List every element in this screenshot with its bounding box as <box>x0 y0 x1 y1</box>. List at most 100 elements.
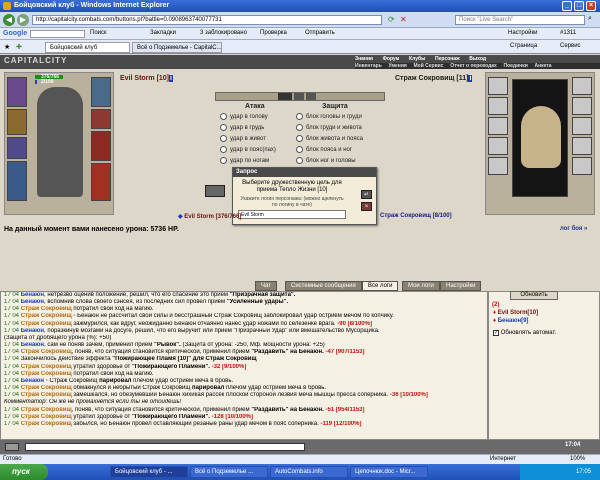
popup-blocked[interactable]: 3 заблокировано <box>200 30 247 36</box>
enemy-hp-label[interactable]: Страж Сокровищ [8/100] <box>380 213 452 219</box>
submenu-profile[interactable]: Анкета <box>534 63 551 69</box>
submenu-inventory[interactable]: Инвентарь <box>355 63 382 69</box>
log-name[interactable]: Страж Сокровищ <box>21 349 72 355</box>
menu-forum[interactable]: Форум <box>383 56 400 62</box>
live-search-input[interactable]: Поиск "Live Search" <box>455 15 585 25</box>
menu-character[interactable]: Персонаж <box>435 56 460 62</box>
task-combats[interactable]: Бойцовский клуб - ... <box>110 466 188 478</box>
page-menu[interactable]: Страница <box>510 43 537 49</box>
skill-icon-2[interactable] <box>306 93 316 100</box>
log-name[interactable]: Бенаюн <box>21 328 44 334</box>
amulet-slot[interactable] <box>91 77 111 107</box>
submenu-service[interactable]: Мой Сервис <box>413 63 443 69</box>
log-name[interactable]: Страж Сокровищ <box>21 392 72 398</box>
minimize-icon[interactable]: _ <box>562 1 572 11</box>
enemy-info-icon[interactable]: i <box>468 75 473 82</box>
submenu-fights[interactable]: Поединки <box>504 63 528 69</box>
player-name[interactable]: Evil Storm [10]i <box>120 75 173 82</box>
glasses-icon[interactable] <box>278 93 292 100</box>
shield-slot[interactable] <box>91 131 111 161</box>
back-icon[interactable]: ◀ <box>3 14 15 26</box>
participant-benayun[interactable]: ♦ Бенаюн[9] <box>493 318 528 324</box>
defense-option-legs-head[interactable]: блок ног и головы <box>296 157 356 164</box>
gloves-slot[interactable] <box>7 137 27 159</box>
tab-settings[interactable]: Настройки <box>440 281 482 291</box>
log-name[interactable]: Страж Сокровищ <box>21 407 72 413</box>
task-autocombats[interactable]: AutoCombats.info <box>270 466 348 478</box>
log-name[interactable]: Страж Сокровищ <box>21 306 72 312</box>
submenu-transfers[interactable]: Отчет о переводах <box>450 63 497 69</box>
spellcheck-button[interactable]: Проверка <box>260 30 287 36</box>
tab-system[interactable]: Системные сообщения <box>285 281 362 291</box>
attack-option-groin[interactable]: удар в пояс(пах) <box>220 146 276 153</box>
add-favorites-icon[interactable]: ✚ <box>16 43 22 51</box>
log-name[interactable]: Страж Сокровищ <box>21 421 72 427</box>
defense-option-belly-groin[interactable]: блок живота и пояса <box>296 135 363 142</box>
chat-mode-icon[interactable] <box>5 443 19 451</box>
log-name[interactable]: Бенаюн <box>21 292 44 298</box>
battle-log-link[interactable]: лог боя » <box>560 226 587 232</box>
dialog-title: Запрос <box>233 168 376 177</box>
zoom-text[interactable]: 100% <box>570 456 585 462</box>
auto-refresh-checkbox[interactable]: ✓ Обновлять автомат. <box>493 330 556 336</box>
start-button[interactable]: пуск <box>0 464 48 480</box>
log-name[interactable]: Бенаюн <box>21 299 44 305</box>
weapon-slot[interactable] <box>7 161 27 201</box>
log-name[interactable]: Страж Сокровищ <box>21 414 72 420</box>
attack-option-head[interactable]: удар в голову <box>220 113 268 120</box>
forward-icon[interactable]: ▶ <box>17 14 29 26</box>
google-search-input[interactable] <box>30 30 85 38</box>
log-name[interactable]: Страж Сокровищ <box>21 385 72 391</box>
tab-all-logs[interactable]: Все логи <box>362 281 399 291</box>
address-input[interactable]: http://capitalcity.combats.com/buttons.p… <box>32 15 382 25</box>
task-word[interactable]: Цепочнюк.doc - Micr... <box>350 466 428 478</box>
stop-icon[interactable]: ✕ <box>400 15 407 24</box>
tab-combats[interactable]: Бойцовский клуб <box>45 42 130 53</box>
enemy-name[interactable]: Страж Сокровищ [11]i <box>395 75 473 82</box>
refresh-button[interactable]: Обновить <box>510 291 558 300</box>
google-settings[interactable]: Настройки <box>508 30 537 36</box>
submenu-skills[interactable]: Умения <box>388 63 406 69</box>
task-dungeon[interactable]: Всё о Подземелье ... <box>190 466 268 478</box>
helmet-slot[interactable] <box>7 77 27 107</box>
google-search-button[interactable]: Поиск <box>90 30 107 36</box>
defense-option-chest-belly[interactable]: блок груди и живота <box>296 124 362 131</box>
chat-message-input[interactable] <box>25 443 305 451</box>
defense-option-groin-legs[interactable]: блок пояса и ног <box>296 146 352 153</box>
boots-slot[interactable] <box>91 163 111 201</box>
log-name[interactable]: Бенаюн <box>21 378 44 384</box>
checkbox-icon[interactable]: ✓ <box>493 330 499 336</box>
log-name[interactable]: Бенаюн <box>21 342 44 348</box>
log-name[interactable]: Страж Сокровищ <box>21 364 72 370</box>
maximize-icon[interactable]: □ <box>574 1 584 11</box>
dialog-close-button[interactable]: × <box>361 202 372 211</box>
attack-option-chest[interactable]: удар в грудь <box>220 124 264 131</box>
battle-button[interactable] <box>205 185 225 197</box>
ring-slot[interactable] <box>91 109 111 129</box>
tab-dungeon[interactable]: Всё о Подземелье - CapitalC... <box>132 42 222 53</box>
menu-clubs[interactable]: Клубы <box>409 56 425 62</box>
menu-knowledge[interactable]: Знания <box>355 56 373 62</box>
armor-slot[interactable] <box>7 109 27 135</box>
tab-my-logs[interactable]: Мои логи <box>402 281 440 291</box>
attack-option-belly[interactable]: удар в живот <box>220 135 266 142</box>
refresh-icon[interactable]: ⟳ <box>388 15 395 24</box>
menu-exit[interactable]: Выход <box>469 56 486 62</box>
dialog-ok-button[interactable]: ↵ <box>361 190 372 199</box>
attack-option-legs[interactable]: удар по ногам <box>220 157 269 164</box>
target-login-input[interactable] <box>238 210 346 219</box>
close-icon[interactable]: × <box>586 1 596 11</box>
tools-menu[interactable]: Сервис <box>560 43 581 49</box>
log-name[interactable]: Страж Сокровищ <box>21 313 72 319</box>
defense-option-head-chest[interactable]: блок головы и груди <box>296 113 362 120</box>
info-icon[interactable]: i <box>169 75 173 82</box>
search-icon[interactable]: ⌕ <box>588 15 592 23</box>
tab-chat[interactable]: Чат <box>255 281 277 291</box>
log-name[interactable]: Страж Сокровищ <box>21 321 72 327</box>
skill-icon-1[interactable] <box>294 93 304 100</box>
participant-evil-storm[interactable]: ♦ Evil Storm[10] <box>493 310 538 316</box>
log-name[interactable]: Страж Сокровищ <box>21 371 72 377</box>
send-button[interactable]: Отправить <box>305 30 335 36</box>
favorites-star-icon[interactable]: ★ <box>4 43 10 51</box>
bookmarks-button[interactable]: Закладки <box>150 30 176 36</box>
